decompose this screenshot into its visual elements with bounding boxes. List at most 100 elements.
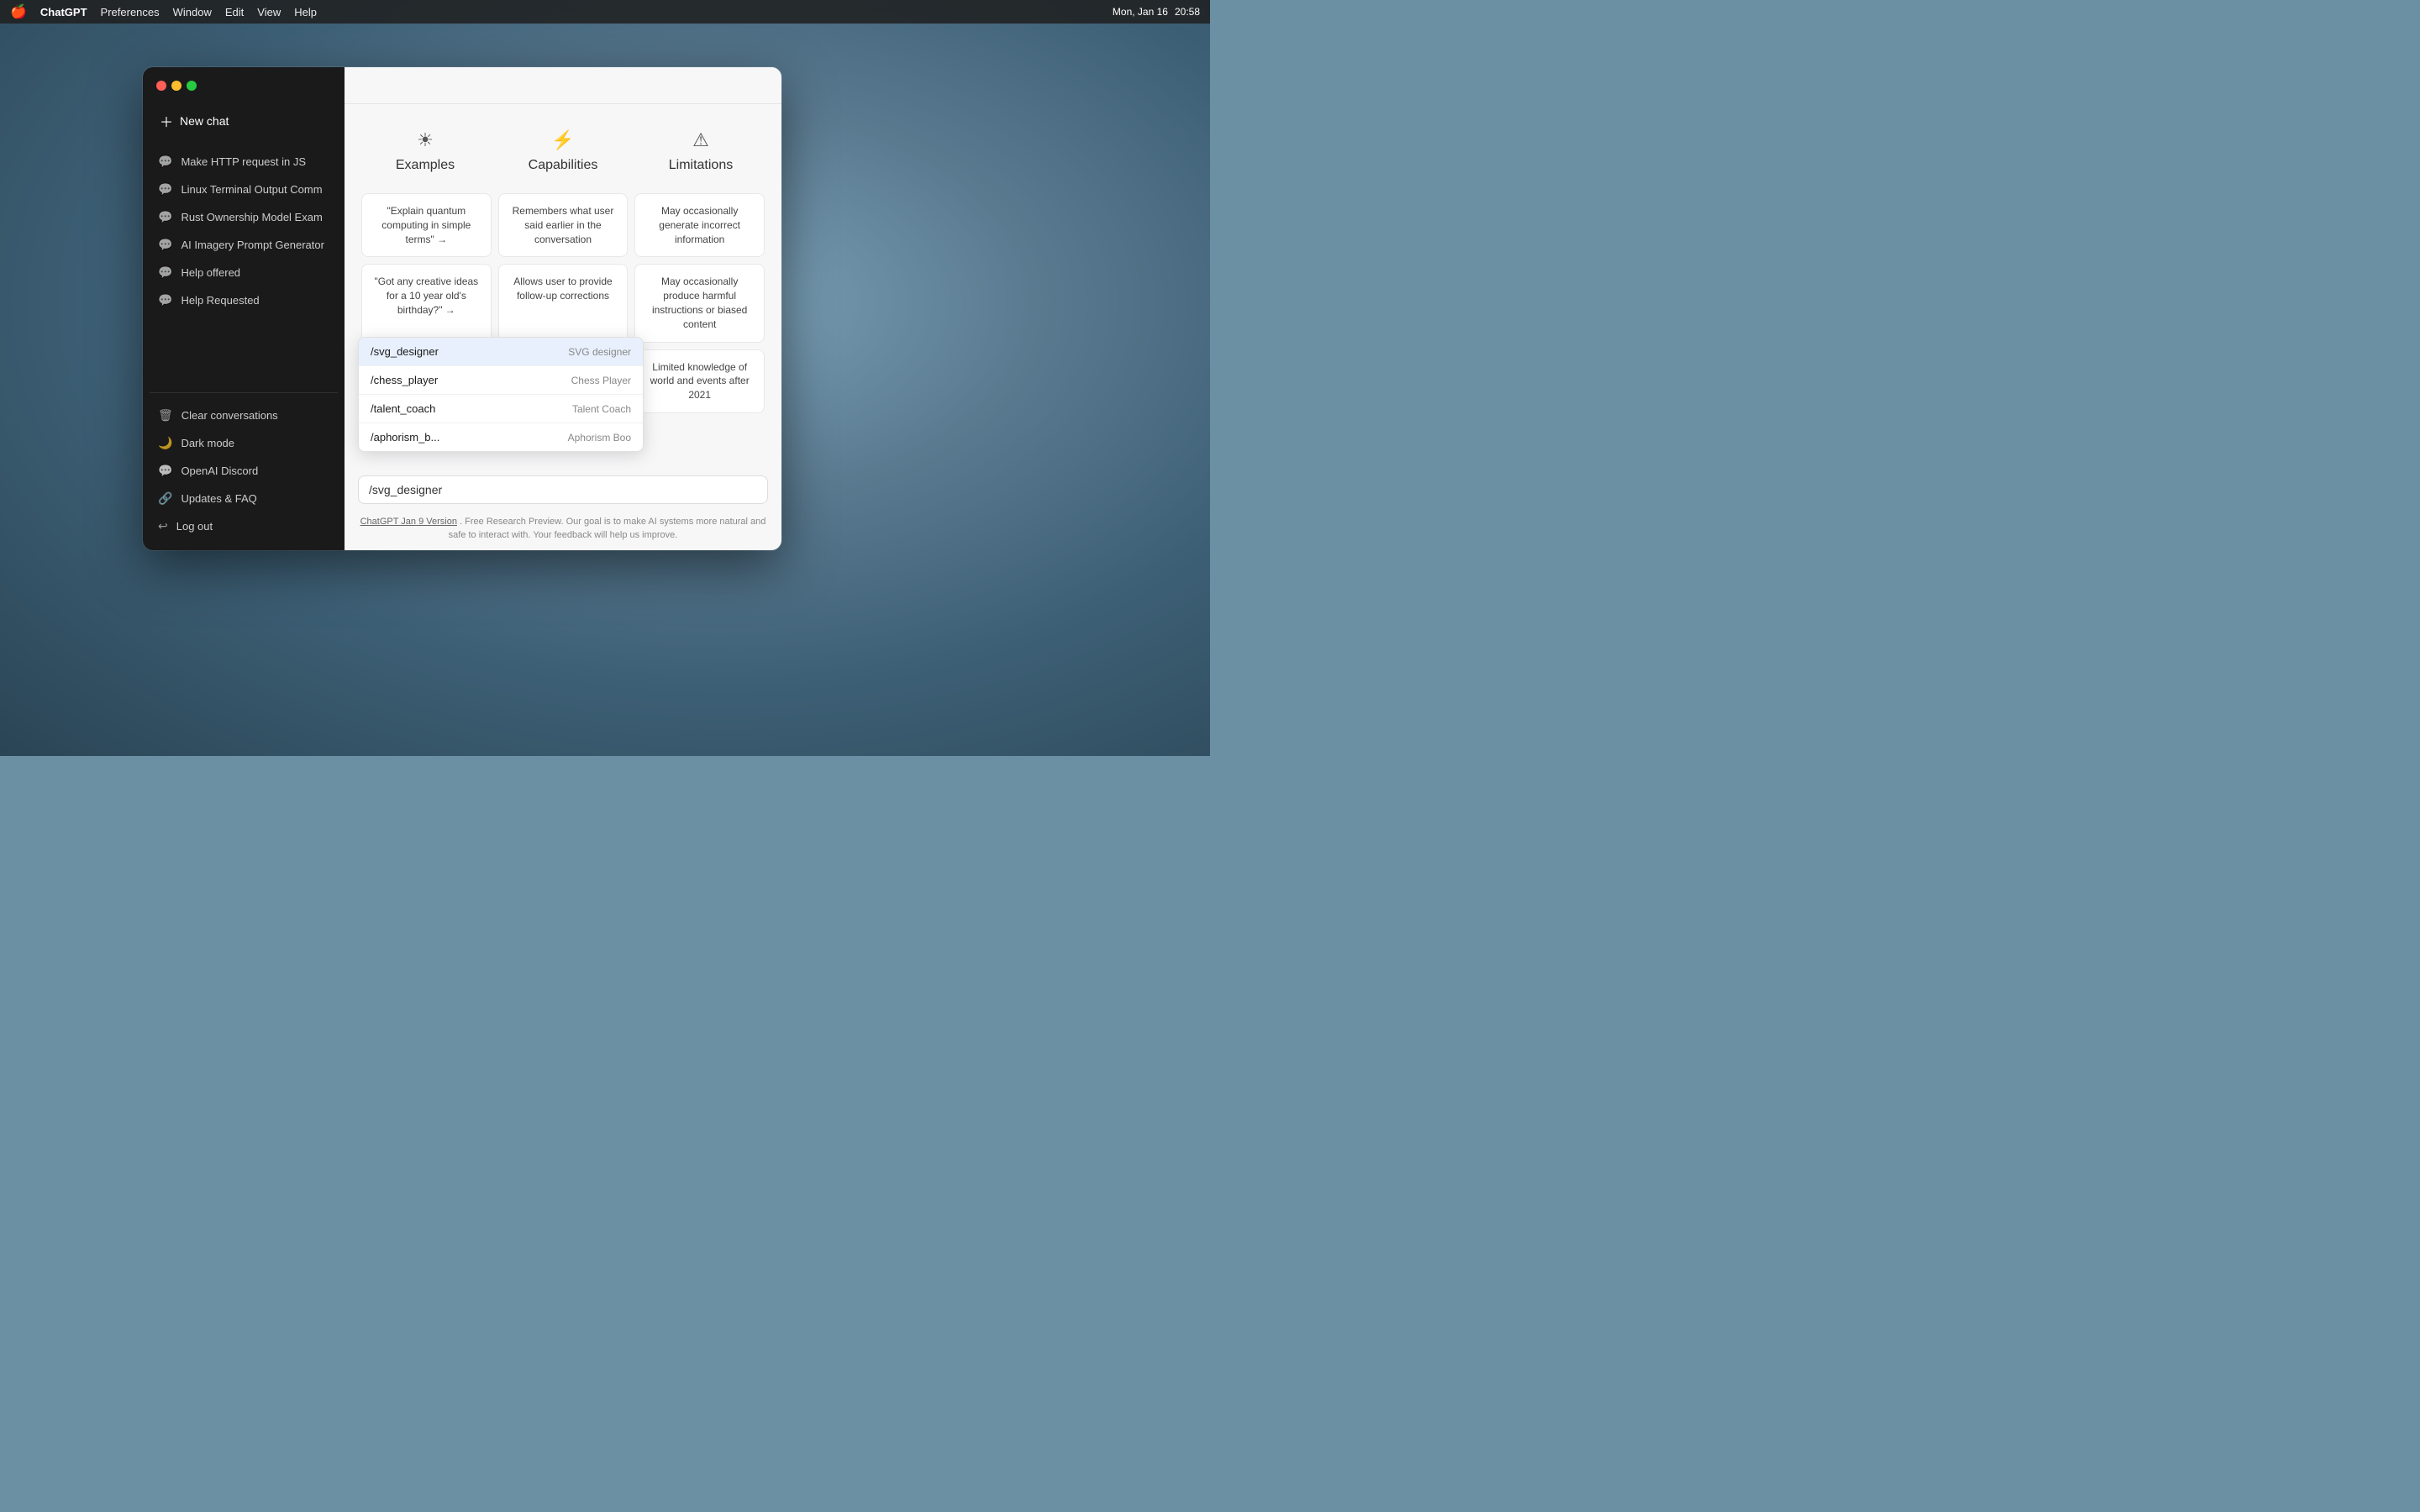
sidebar-item-label: Make HTTP request in JS (181, 155, 306, 168)
limitations-title: Limitations (669, 158, 733, 173)
limitations-card-1-text: May occasionally generate incorrect info… (659, 205, 740, 245)
main-titlebar (345, 67, 781, 104)
warning-icon: ⚠ (692, 129, 709, 151)
autocomplete-item-svg-designer[interactable]: /svg_designer SVG designer (359, 338, 643, 366)
updates-faq-label: Updates & FAQ (181, 492, 256, 505)
sidebar-item-help-offered[interactable]: 💬 Help offered (150, 259, 338, 286)
limitations-column-header: ⚠ Limitations (637, 129, 765, 173)
apple-menu[interactable]: 🍎 (10, 3, 27, 20)
menubar-left: 🍎 ChatGPT Preferences Window Edit View H… (10, 3, 317, 20)
capabilities-card-1-text: Remembers what user said earlier in the … (513, 205, 614, 245)
examples-title: Examples (396, 158, 455, 173)
footer-description: . Free Research Preview. Our goal is to … (449, 517, 766, 539)
new-chat-label: New chat (180, 114, 229, 128)
clear-conversations-button[interactable]: 🗑 Clear conversations (150, 402, 338, 429)
sidebar-item-ai-imagery[interactable]: 💬 AI Imagery Prompt Generator (150, 231, 338, 259)
autocomplete-cmd-3: /talent_coach (371, 402, 435, 415)
sidebar-item-label: Rust Ownership Model Exam (181, 211, 322, 223)
autocomplete-desc-1: SVG designer (568, 346, 631, 358)
autocomplete-cmd-1: /svg_designer (371, 345, 439, 358)
capabilities-card-2-text: Allows user to provide follow-up correct… (513, 276, 612, 302)
sidebar-item-linux-terminal[interactable]: 💬 Linux Terminal Output Comm (150, 176, 338, 203)
example-card-2-text: "Got any creative ideas for a 10 year ol… (375, 276, 479, 316)
footer-version-link[interactable]: ChatGPT Jan 9 Version (360, 517, 457, 527)
examples-column-header: ☀ Examples (361, 129, 489, 173)
window-minimize-button[interactable] (171, 81, 182, 91)
sidebar-titlebar (143, 67, 345, 104)
sidebar-item-label: Linux Terminal Output Comm (181, 183, 322, 196)
input-area: /svg_designer SVG designer /chess_player… (345, 465, 781, 511)
sidebar-item-label: Help offered (181, 266, 240, 279)
discord-label: OpenAI Discord (181, 465, 258, 477)
menu-preferences[interactable]: Preferences (101, 6, 160, 18)
capabilities-card-1: Remembers what user said earlier in the … (498, 193, 629, 257)
autocomplete-desc-3: Talent Coach (572, 403, 631, 415)
menubar-right: Mon, Jan 16 20:58 (1113, 6, 1200, 18)
limitations-card-3-text: Limited knowledge of world and events af… (650, 361, 750, 402)
app-window: ＋ New chat 💬 Make HTTP request in JS 💬 L… (143, 67, 781, 550)
main-content: ☀ Examples ⚡ Capabilities ⚠ Limitations (345, 67, 781, 550)
updates-faq-button[interactable]: 🔗 Updates & FAQ (150, 485, 338, 512)
logout-label: Log out (176, 520, 213, 533)
sidebar-item-label: Help Requested (181, 294, 259, 307)
moon-icon: 🌙 (158, 436, 172, 450)
capabilities-card-2: Allows user to provide follow-up correct… (498, 264, 629, 342)
trash-icon: 🗑 (158, 408, 173, 423)
chat-icon: 💬 (158, 182, 172, 197)
limitations-card-1: May occasionally generate incorrect info… (634, 193, 765, 257)
dark-mode-button[interactable]: 🌙 Dark mode (150, 429, 338, 457)
clear-conversations-label: Clear conversations (182, 409, 278, 422)
window-controls (156, 81, 197, 91)
app-menu-chatgpt[interactable]: ChatGPT (40, 6, 87, 18)
capabilities-column-header: ⚡ Capabilities (499, 129, 627, 173)
limitations-card-3: Limited knowledge of world and events af… (634, 349, 765, 413)
example-card-1-text: "Explain quantum computing in simple ter… (381, 205, 471, 245)
sidebar-item-label: AI Imagery Prompt Generator (181, 239, 324, 251)
window-close-button[interactable] (156, 81, 166, 91)
capabilities-title: Capabilities (529, 158, 598, 173)
menu-view[interactable]: View (257, 6, 281, 18)
autocomplete-cmd-2: /chess_player (371, 374, 438, 386)
sidebar-divider (150, 392, 338, 393)
autocomplete-desc-2: Chess Player (571, 375, 631, 386)
menu-edit[interactable]: Edit (225, 6, 244, 18)
autocomplete-desc-4: Aphorism Boo (568, 432, 631, 444)
menu-window[interactable]: Window (173, 6, 212, 18)
sidebar-item-help-requested[interactable]: 💬 Help Requested (150, 286, 338, 314)
menubar-time: 20:58 (1175, 6, 1200, 18)
chat-icon: 💬 (158, 265, 172, 280)
footer-text: ChatGPT Jan 9 Version . Free Research Pr… (345, 511, 781, 550)
sidebar-item-rust-ownership[interactable]: 💬 Rust Ownership Model Exam (150, 203, 338, 231)
chat-icon: 💬 (158, 293, 172, 307)
chat-icon: 💬 (158, 210, 172, 224)
sidebar: ＋ New chat 💬 Make HTTP request in JS 💬 L… (143, 67, 345, 550)
menubar-date: Mon, Jan 16 (1113, 6, 1168, 18)
discord-icon: 💬 (158, 464, 172, 478)
input-wrapper (358, 475, 768, 504)
limitations-card-2-text: May occasionally produce harmful instruc… (652, 276, 747, 329)
sidebar-footer: 🗑 Clear conversations 🌙 Dark mode 💬 Open… (143, 398, 345, 550)
dark-mode-label: Dark mode (181, 437, 234, 449)
menubar: 🍎 ChatGPT Preferences Window Edit View H… (0, 0, 1210, 24)
autocomplete-item-chess-player[interactable]: /chess_player Chess Player (359, 366, 643, 395)
new-chat-button[interactable]: ＋ New chat (150, 104, 338, 138)
logout-icon: ↩ (158, 519, 168, 533)
autocomplete-item-aphorism[interactable]: /aphorism_b... Aphorism Boo (359, 423, 643, 451)
chat-input[interactable] (369, 483, 757, 496)
autocomplete-cmd-4: /aphorism_b... (371, 431, 439, 444)
logout-button[interactable]: ↩ Log out (150, 512, 338, 540)
discord-button[interactable]: 💬 OpenAI Discord (150, 457, 338, 485)
autocomplete-dropdown[interactable]: /svg_designer SVG designer /chess_player… (358, 337, 644, 452)
sidebar-item-http-request[interactable]: 💬 Make HTTP request in JS (150, 148, 338, 176)
menu-help[interactable]: Help (294, 6, 317, 18)
link-icon: 🔗 (158, 491, 172, 506)
sidebar-chat-list: 💬 Make HTTP request in JS 💬 Linux Termin… (143, 144, 345, 387)
autocomplete-item-talent-coach[interactable]: /talent_coach Talent Coach (359, 395, 643, 423)
example-card-1[interactable]: "Explain quantum computing in simple ter… (361, 193, 492, 257)
window-maximize-button[interactable] (187, 81, 197, 91)
new-chat-icon: ＋ (160, 111, 173, 131)
chat-icon: 💬 (158, 238, 172, 252)
columns-headers: ☀ Examples ⚡ Capabilities ⚠ Limitations (361, 129, 765, 183)
sun-icon: ☀ (417, 129, 434, 151)
example-card-2[interactable]: "Got any creative ideas for a 10 year ol… (361, 264, 492, 342)
